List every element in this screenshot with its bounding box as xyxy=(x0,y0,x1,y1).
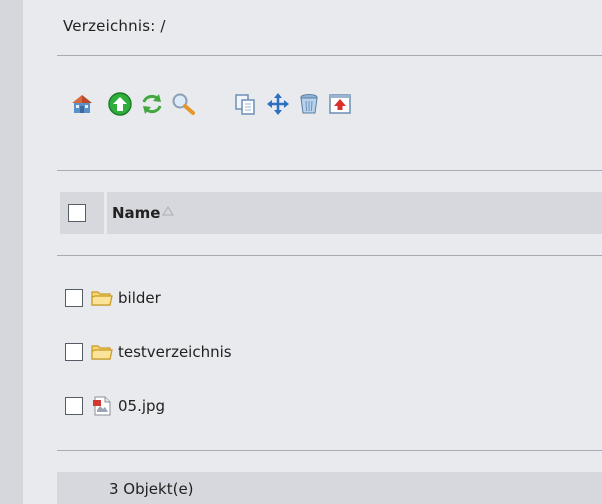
name-header-label: Name xyxy=(112,204,161,222)
row-checkbox[interactable] xyxy=(65,397,83,415)
up-arrow-icon xyxy=(108,92,132,116)
file-name[interactable]: 05.jpg xyxy=(118,397,165,415)
folder-icon xyxy=(91,345,113,360)
table-header: Name xyxy=(60,192,602,234)
sort-ascending-icon xyxy=(162,205,174,216)
divider xyxy=(57,450,602,451)
delete-button[interactable] xyxy=(296,91,322,117)
refresh-icon xyxy=(142,94,162,114)
folder-icon xyxy=(91,291,113,306)
divider xyxy=(57,255,602,256)
select-all-checkbox[interactable] xyxy=(68,204,86,222)
home-icon xyxy=(72,95,92,113)
name-column-header[interactable]: Name xyxy=(107,192,602,234)
home-button[interactable] xyxy=(69,91,95,117)
divider xyxy=(57,170,602,171)
status-bar: 3 Objekt(e) xyxy=(57,472,602,504)
copy-button[interactable] xyxy=(232,91,258,117)
search-button[interactable] xyxy=(170,91,196,117)
file-manager-panel: Verzeichnis: / Name bilder testverzeichn… xyxy=(46,0,602,504)
move-button[interactable] xyxy=(265,91,291,117)
file-name[interactable]: bilder xyxy=(118,289,161,307)
list-item[interactable]: testverzeichnis xyxy=(65,340,585,366)
left-strip xyxy=(0,0,23,504)
parent-directory-button[interactable] xyxy=(107,91,133,117)
refresh-button[interactable] xyxy=(139,91,165,117)
trash-icon xyxy=(300,94,318,114)
row-checkbox[interactable] xyxy=(65,289,83,307)
image-file-icon xyxy=(93,396,111,416)
upload-button[interactable] xyxy=(327,91,353,117)
list-item[interactable]: bilder xyxy=(65,286,585,312)
directory-path: Verzeichnis: / xyxy=(63,17,166,35)
object-count: 3 Objekt(e) xyxy=(109,480,194,498)
copy-icon xyxy=(235,94,255,115)
move-icon xyxy=(267,93,289,115)
file-name[interactable]: testverzeichnis xyxy=(118,343,232,361)
header-checkbox-cell xyxy=(60,192,104,234)
search-icon xyxy=(172,93,195,115)
list-item[interactable]: 05.jpg xyxy=(65,394,585,420)
divider xyxy=(57,55,602,56)
upload-icon xyxy=(329,94,351,114)
row-checkbox[interactable] xyxy=(65,343,83,361)
file-manager-window: Verzeichnis: / Name bilder testverzeichn… xyxy=(0,0,602,504)
